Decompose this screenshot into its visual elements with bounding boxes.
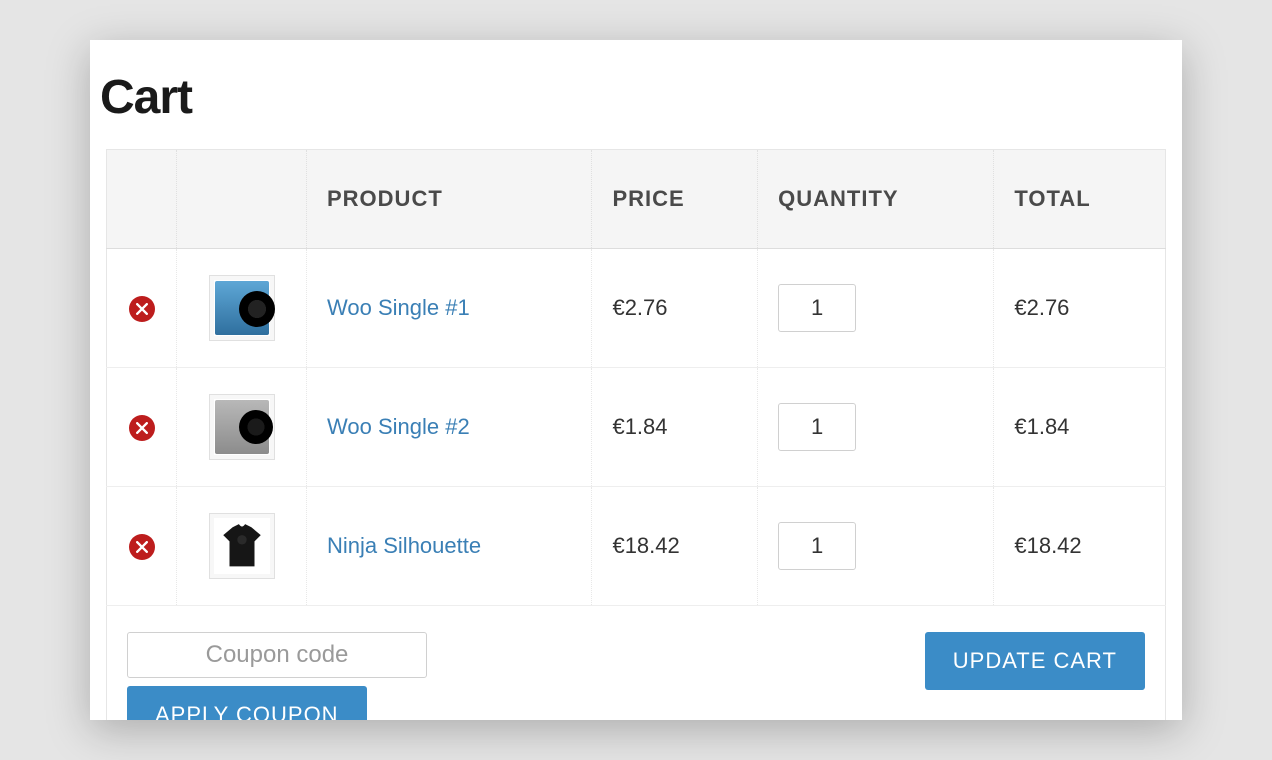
price-cell: €2.76 (592, 249, 758, 368)
quantity-input[interactable] (778, 284, 856, 332)
cart-table: PRODUCT PRICE QUANTITY TOTAL W (106, 149, 1166, 720)
coupon-block: APPLY COUPON (127, 632, 427, 720)
quantity-input[interactable] (778, 403, 856, 451)
product-thumbnail[interactable] (209, 394, 275, 460)
price-cell: €18.42 (592, 487, 758, 606)
cart-actions-row: APPLY COUPON UPDATE CART (107, 606, 1166, 721)
update-cart-button[interactable]: UPDATE CART (925, 632, 1145, 690)
page-title: Cart (90, 70, 1182, 149)
cart-card: Cart PRODUCT PRICE QUANTITY TOTAL (90, 40, 1182, 720)
col-price-header: PRICE (592, 150, 758, 249)
col-quantity-header: QUANTITY (758, 150, 994, 249)
col-product-header: PRODUCT (307, 150, 592, 249)
product-thumbnail[interactable] (209, 513, 275, 579)
product-link[interactable]: Woo Single #1 (327, 295, 470, 320)
total-cell: €2.76 (994, 249, 1166, 368)
col-thumb-header (177, 150, 307, 249)
apply-coupon-button[interactable]: APPLY COUPON (127, 686, 367, 720)
col-total-header: TOTAL (994, 150, 1166, 249)
product-link[interactable]: Woo Single #2 (327, 414, 470, 439)
total-cell: €1.84 (994, 368, 1166, 487)
table-row: Woo Single #2 €1.84 €1.84 (107, 368, 1166, 487)
price-cell: €1.84 (592, 368, 758, 487)
vinyl-record-icon (215, 400, 269, 454)
close-icon (136, 303, 148, 315)
coupon-code-input[interactable] (127, 632, 427, 678)
table-row: Ninja Silhouette €18.42 €18.42 (107, 487, 1166, 606)
remove-item-button[interactable] (129, 296, 155, 322)
quantity-input[interactable] (778, 522, 856, 570)
remove-item-button[interactable] (129, 534, 155, 560)
total-cell: €18.42 (994, 487, 1166, 606)
col-remove-header (107, 150, 177, 249)
close-icon (136, 541, 148, 553)
cart-header-row: PRODUCT PRICE QUANTITY TOTAL (107, 150, 1166, 249)
product-thumbnail[interactable] (209, 275, 275, 341)
vinyl-record-icon (215, 281, 269, 335)
tshirt-icon (217, 521, 267, 571)
close-icon (136, 422, 148, 434)
table-row: Woo Single #1 €2.76 €2.76 (107, 249, 1166, 368)
remove-item-button[interactable] (129, 415, 155, 441)
product-link[interactable]: Ninja Silhouette (327, 533, 481, 558)
